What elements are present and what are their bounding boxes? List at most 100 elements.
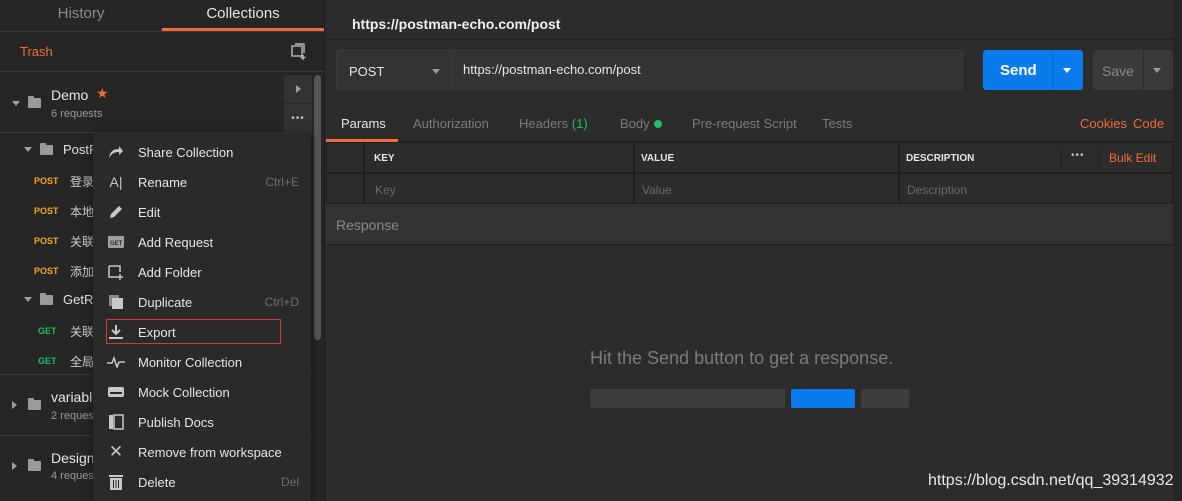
menu-item-label: Monitor Collection bbox=[138, 354, 243, 370]
caret-right-icon[interactable] bbox=[12, 462, 17, 470]
menu-item-add-request[interactable]: GET Add Request bbox=[93, 227, 311, 257]
divider bbox=[1061, 149, 1062, 167]
collection-count: 2 reques bbox=[51, 410, 94, 422]
collection-count: 4 reques bbox=[51, 470, 94, 482]
bulk-edit-link[interactable]: Bulk Edit bbox=[1109, 151, 1156, 165]
tab-history[interactable]: History bbox=[0, 0, 162, 31]
watermark: https://blog.csdn.net/qq_39314932 bbox=[928, 472, 1174, 489]
menu-item-add-folder[interactable]: Add Folder bbox=[93, 257, 311, 287]
docs-icon bbox=[107, 413, 125, 431]
code-link[interactable]: Code bbox=[1133, 116, 1164, 131]
request-method: POST bbox=[34, 206, 59, 216]
new-collection-icon[interactable] bbox=[290, 42, 308, 61]
chevron-right-icon bbox=[295, 85, 301, 93]
response-area: Hit the Send button to get a response. bbox=[326, 245, 1173, 501]
sidebar-scrollbar[interactable] bbox=[314, 75, 321, 340]
more-options-icon[interactable]: ••• bbox=[1071, 150, 1085, 161]
share-icon bbox=[107, 143, 125, 161]
caret-right-icon[interactable] bbox=[12, 401, 17, 409]
folder-icon bbox=[28, 459, 41, 471]
request-tab-title[interactable]: https://postman-echo.com/post bbox=[352, 16, 560, 32]
description-placeholder: Description bbox=[907, 183, 968, 197]
empty-response-hint: Hit the Send button to get a response. bbox=[590, 348, 894, 368]
request-name[interactable]: 关联 bbox=[70, 323, 94, 340]
cookies-link[interactable]: Cookies bbox=[1080, 116, 1127, 131]
main-scrollbar-track bbox=[1173, 0, 1182, 501]
chevron-down-icon[interactable] bbox=[1153, 68, 1161, 73]
pencil-icon bbox=[107, 203, 125, 221]
more-options-button[interactable]: ••• bbox=[284, 104, 312, 132]
request-method: POST bbox=[34, 266, 59, 276]
tab-authorization[interactable]: Authorization bbox=[413, 116, 489, 131]
description-input[interactable]: Description bbox=[899, 173, 1173, 204]
tab-headers[interactable]: Headers (1) bbox=[519, 116, 588, 131]
table-header-value: VALUE bbox=[634, 142, 899, 173]
caret-down-icon[interactable] bbox=[12, 101, 20, 106]
request-name[interactable]: 登录 bbox=[70, 173, 94, 190]
divider bbox=[1099, 149, 1100, 167]
menu-item-edit[interactable]: Edit bbox=[93, 197, 311, 227]
folder-icon bbox=[28, 398, 41, 410]
server-icon bbox=[107, 383, 125, 401]
request-name[interactable]: 全局 bbox=[70, 353, 94, 370]
trash-link[interactable]: Trash bbox=[20, 44, 53, 59]
send-button[interactable]: Send bbox=[983, 50, 1083, 90]
save-label: Save bbox=[1102, 63, 1134, 79]
menu-item-shortcut: Ctrl+E bbox=[265, 175, 299, 189]
table-header-checkbox-cell bbox=[326, 142, 364, 173]
trash-icon bbox=[107, 473, 125, 491]
skeleton-bar bbox=[590, 389, 785, 408]
menu-item-label: Add Folder bbox=[138, 264, 202, 280]
menu-item-label: Duplicate bbox=[138, 294, 193, 310]
request-name[interactable]: 本地 bbox=[70, 203, 94, 220]
response-header: Response bbox=[326, 204, 1173, 245]
chevron-down-icon bbox=[432, 69, 440, 74]
menu-item-remove-from-workspace[interactable]: ✕ Remove from workspace bbox=[93, 437, 311, 467]
caret-down-icon[interactable] bbox=[24, 147, 32, 152]
tab-collections[interactable]: Collections bbox=[162, 0, 324, 31]
menu-item-share-collection[interactable]: Share Collection bbox=[93, 137, 311, 167]
save-button[interactable]: Save bbox=[1093, 50, 1173, 90]
menu-item-shortcut: Del bbox=[280, 475, 299, 489]
expand-arrow-button[interactable] bbox=[284, 75, 312, 103]
menu-item-mock-collection[interactable]: Mock Collection bbox=[93, 377, 311, 407]
folder-icon bbox=[28, 96, 41, 108]
divider bbox=[1052, 50, 1053, 90]
table-header-description: DESCRIPTION ••• Bulk Edit bbox=[899, 142, 1173, 173]
collection-demo[interactable]: Demo ★ 6 requests ••• bbox=[0, 73, 312, 133]
method-select[interactable]: POST bbox=[336, 50, 453, 90]
value-input[interactable]: Value bbox=[634, 173, 899, 204]
menu-item-label: Delete bbox=[138, 474, 176, 490]
send-label: Send bbox=[1000, 62, 1037, 79]
menu-item-export[interactable]: Export bbox=[93, 317, 311, 347]
url-input[interactable]: https://postman-echo.com/post bbox=[453, 50, 963, 90]
menu-item-label: Share Collection bbox=[138, 144, 234, 160]
request-name[interactable]: 关联 bbox=[70, 233, 94, 250]
menu-item-shortcut: Ctrl+D bbox=[264, 295, 299, 309]
add-folder-icon bbox=[107, 263, 125, 281]
caret-down-icon[interactable] bbox=[24, 297, 32, 302]
request-method: GET bbox=[38, 326, 57, 336]
tab-body-label: Body bbox=[620, 116, 650, 131]
tab-pre-request-script[interactable]: Pre-request Script bbox=[692, 116, 797, 131]
menu-item-label: Remove from workspace bbox=[138, 444, 282, 460]
chevron-down-icon[interactable] bbox=[1063, 68, 1071, 73]
star-icon[interactable]: ★ bbox=[96, 85, 109, 102]
svg-text:GET: GET bbox=[110, 241, 123, 247]
rename-icon: A| bbox=[109, 174, 123, 190]
key-input[interactable]: Key bbox=[364, 173, 634, 204]
collection-name: Design bbox=[51, 450, 95, 466]
tab-params[interactable]: Params bbox=[341, 116, 386, 131]
menu-item-duplicate[interactable]: Duplicate Ctrl+D bbox=[93, 287, 311, 317]
key-placeholder: Key bbox=[375, 183, 396, 197]
menu-item-rename[interactable]: A| Rename Ctrl+E bbox=[93, 167, 311, 197]
request-name[interactable]: 添加 bbox=[70, 263, 94, 280]
request-tab-bar: https://postman-echo.com/post bbox=[326, 0, 1182, 40]
menu-item-publish-docs[interactable]: Publish Docs bbox=[93, 407, 311, 437]
tab-body[interactable]: Body bbox=[620, 116, 662, 131]
menu-item-delete[interactable]: Delete Del bbox=[93, 467, 311, 497]
table-header-key: KEY bbox=[364, 142, 634, 173]
value-placeholder: Value bbox=[642, 183, 672, 197]
menu-item-monitor-collection[interactable]: Monitor Collection bbox=[93, 347, 311, 377]
tab-tests[interactable]: Tests bbox=[822, 116, 852, 131]
